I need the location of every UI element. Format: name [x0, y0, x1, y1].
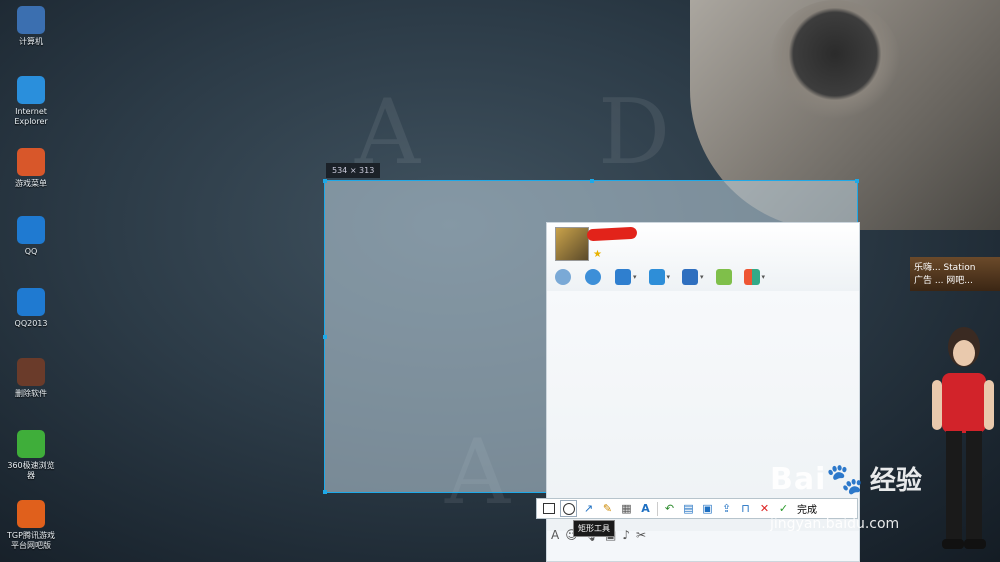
desktop-icon[interactable]: 删除软件 — [6, 358, 56, 399]
mosaic-tool-icon[interactable]: ▦ — [619, 501, 634, 516]
paw-icon: 🐾 — [826, 462, 865, 497]
done-button[interactable]: 完成 — [797, 501, 817, 516]
confirm-icon[interactable]: ✓ — [776, 501, 791, 516]
desktop-icon[interactable]: TGP腾讯游戏 平台网吧版 — [6, 500, 56, 551]
desktop-icon-image — [17, 500, 45, 528]
redacted-name — [586, 226, 638, 242]
folder-icon[interactable] — [648, 269, 665, 285]
desktop-icon[interactable]: Internet Explorer — [6, 76, 56, 127]
pen-tool-icon[interactable]: ✎ — [600, 501, 615, 516]
screen-share-icon[interactable] — [615, 269, 631, 285]
save-icon[interactable]: ▤ — [681, 501, 696, 516]
desktop-icon[interactable]: 360极速浏览 器 — [6, 430, 56, 481]
desktop-icon-label: 游戏菜单 — [15, 179, 47, 188]
pin-icon[interactable]: ⊓ — [738, 501, 753, 516]
cancel-icon[interactable]: ✕ — [757, 501, 772, 516]
message-add-icon[interactable] — [715, 269, 732, 285]
selection-size-label: 534 × 313 — [326, 163, 381, 178]
font-icon[interactable]: A — [551, 528, 559, 542]
arrow-tool-icon[interactable]: ↗ — [581, 501, 596, 516]
banner-title: 乐嗨... Station — [914, 263, 976, 273]
character-illustration — [932, 327, 994, 549]
resize-handle[interactable] — [855, 179, 859, 183]
desktop-icon-label: 计算机 — [19, 37, 43, 46]
undo-icon[interactable]: ↶ — [662, 501, 677, 516]
app-grid-icon[interactable] — [743, 269, 760, 285]
qq-toolbar: ▾ ▾ ▾ ▾ — [555, 267, 765, 287]
desktop-icon-label: Internet Explorer — [14, 107, 48, 126]
desktop-icon[interactable]: QQ — [6, 216, 56, 257]
resize-handle[interactable] — [590, 179, 594, 183]
chevron-down-icon[interactable]: ▾ — [667, 273, 671, 281]
baidu-watermark: Bai🐾 经验 jingyan.baidu.com — [770, 460, 922, 532]
share-icon[interactable]: ⇪ — [719, 501, 734, 516]
desktop-icon-label: TGP腾讯游戏 平台网吧版 — [7, 531, 55, 550]
desktop-icon-label: QQ2013 — [14, 319, 48, 328]
desktop-icon[interactable]: 计算机 — [6, 6, 56, 47]
resize-handle[interactable] — [323, 179, 327, 183]
banner-subtitle: 广告 ... 网吧... — [914, 276, 973, 286]
desktop-icon-image — [17, 6, 45, 34]
chevron-down-icon[interactable]: ▾ — [762, 273, 766, 281]
rectangle-tool-icon[interactable] — [541, 501, 556, 516]
desktop-icon-label: 360极速浏览 器 — [7, 461, 55, 480]
desktop-icon-image — [17, 148, 45, 176]
text-tool-icon[interactable]: A — [638, 501, 653, 516]
desktop-icon-image — [17, 216, 45, 244]
desktop-icon-label: QQ — [24, 247, 38, 256]
remote-desktop-icon[interactable] — [682, 269, 699, 285]
toolbar-divider — [657, 501, 658, 516]
desktop-icon-image — [17, 76, 45, 104]
resize-handle[interactable] — [323, 335, 327, 339]
microphone-icon[interactable] — [555, 269, 571, 285]
music-icon[interactable]: ♪ — [622, 528, 630, 542]
desktop-icon[interactable]: 游戏菜单 — [6, 148, 56, 189]
qq-window-header: ★ ▾ ▾ ▾ ▾ — [547, 223, 859, 291]
watermark-brand: Bai — [770, 462, 827, 497]
desktop-icon-label: 删除软件 — [15, 389, 47, 398]
watermark-url: jingyan.baidu.com — [770, 516, 900, 532]
chevron-down-icon[interactable]: ▾ — [633, 273, 637, 281]
scissors-icon[interactable]: ✂ — [636, 528, 646, 542]
ad-banner[interactable]: 乐嗨... Station 广告 ... 网吧... — [910, 257, 1000, 291]
star-icon: ★ — [593, 249, 602, 260]
desktop-icon-image — [17, 288, 45, 316]
avatar[interactable] — [555, 227, 589, 261]
wallpaper-ring — [770, 0, 900, 120]
desktop-icon-image — [17, 358, 45, 386]
tool-tooltip: 矩形工具 — [573, 520, 615, 537]
watermark-brand-tail: 经验 — [869, 466, 922, 496]
video-icon[interactable] — [585, 269, 601, 285]
background-letter-d: D — [598, 80, 671, 185]
copy-icon[interactable]: ▣ — [700, 501, 715, 516]
desktop-icon-image — [17, 430, 45, 458]
ellipse-tool-icon[interactable] — [560, 500, 577, 517]
desktop-icon[interactable]: QQ2013 — [6, 288, 56, 329]
resize-handle[interactable] — [323, 490, 327, 494]
chevron-down-icon[interactable]: ▾ — [700, 273, 704, 281]
